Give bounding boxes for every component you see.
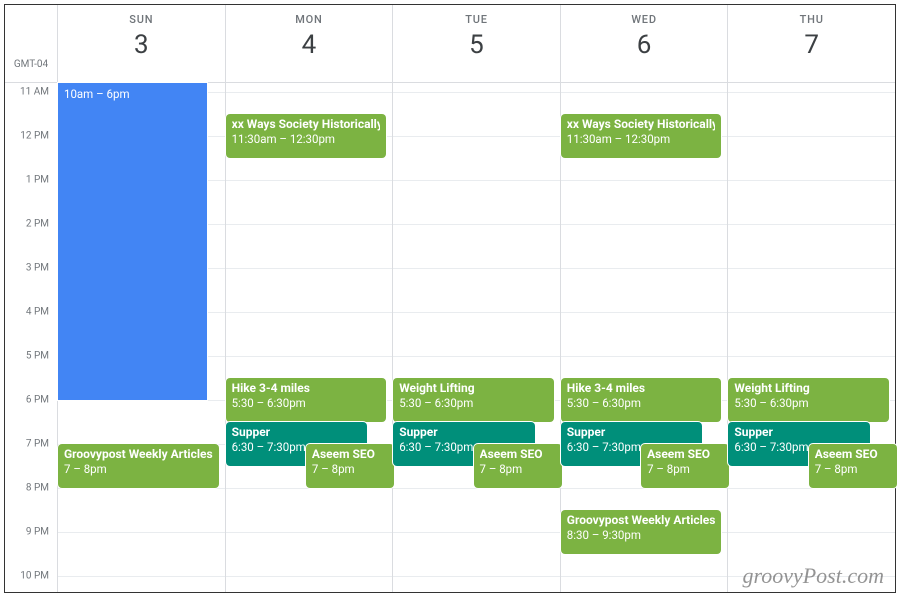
event-time: 5:30 – 6:30pm [232,396,381,410]
calendar-event[interactable]: Weight Lifting5:30 – 6:30pm [728,378,889,422]
day-number[interactable]: 6 [637,30,652,60]
hour-label: 2 PM [26,218,49,229]
day-of-week-label: THU [800,13,824,26]
calendar-week-view: GMT-04 SUN 3 MON 4 TUE 5 WED 6 THU 7 11 AM 12 PM 1 … [5,5,895,592]
calendar-event[interactable]: Hike 3-4 miles5:30 – 6:30pm [226,378,387,422]
event-title: Aseem SEO [815,447,891,462]
hour-label: 4 PM [26,306,49,317]
event-title: Supper [232,425,361,440]
calendar-event[interactable]: Aseem SEO7 – 8pm [306,444,394,488]
day-number[interactable]: 7 [804,30,819,60]
event-title: Aseem SEO [312,447,388,462]
day-column-border [392,83,393,592]
day-of-week-label: MON [295,13,322,26]
event-time: 10am – 6pm [64,87,201,101]
hour-label: 7 PM [26,438,49,449]
event-time: 8:30 – 9:30pm [567,528,716,542]
event-title: Hike 3-4 miles [567,381,716,396]
event-title: Hike 3-4 miles [232,381,381,396]
event-time: 7 – 8pm [647,462,723,476]
event-time: 7 – 8pm [815,462,891,476]
day-of-week-label: TUE [465,13,488,26]
calendar-event[interactable]: Groovypost Weekly Articles7 – 8pm [58,444,219,488]
hour-label: 3 PM [26,262,49,273]
day-number[interactable]: 4 [302,30,317,60]
event-time: 11:30am – 12:30pm [567,132,716,146]
event-title: xx Ways Society Historically [567,117,716,132]
day-header[interactable]: TUE 5 [392,5,560,82]
event-time: 7 – 8pm [480,462,556,476]
day-of-week-label: WED [631,13,656,26]
calendar-event[interactable]: Groovypost Weekly Articles8:30 – 9:30pm [561,510,722,554]
timezone-label: GMT-04 [5,5,57,82]
hour-label: 6 PM [26,394,49,405]
day-number[interactable]: 5 [469,30,484,60]
event-title: Groovypost Weekly Articles [64,447,213,462]
event-time: 7 – 8pm [312,462,388,476]
calendar-event[interactable]: Hike 3-4 miles5:30 – 6:30pm [561,378,722,422]
hour-line [57,532,895,533]
calendar-grid[interactable]: 10am – 6pmGroovypost Weekly Articles7 – … [57,83,895,592]
day-number[interactable]: 3 [134,30,149,60]
event-title: Groovypost Weekly Articles [567,513,716,528]
time-gutter: 11 AM 12 PM 1 PM 2 PM 3 PM 4 PM 5 PM 6 PM 7 PM 8 … [5,83,57,592]
day-column-border [727,83,728,592]
hour-label: 12 PM [20,130,49,141]
hour-label: 5 PM [26,350,49,361]
calendar-event[interactable]: Aseem SEO7 – 8pm [809,444,897,488]
calendar-body[interactable]: 11 AM 12 PM 1 PM 2 PM 3 PM 4 PM 5 PM 6 PM 7 PM 8 … [5,83,895,592]
hour-label: 11 AM [20,86,49,97]
hour-line [57,488,895,489]
calendar-event[interactable]: Aseem SEO7 – 8pm [474,444,562,488]
event-title: Aseem SEO [480,447,556,462]
event-time: 5:30 – 6:30pm [734,396,883,410]
calendar-event[interactable]: xx Ways Society Historically11:30am – 12… [561,114,722,158]
event-time: 5:30 – 6:30pm [567,396,716,410]
hour-label: 10 PM [20,570,49,581]
event-title: Supper [567,425,696,440]
day-of-week-label: SUN [129,13,153,26]
hour-label: 1 PM [26,174,49,185]
calendar-header: GMT-04 SUN 3 MON 4 TUE 5 WED 6 THU 7 [5,5,895,83]
day-header[interactable]: SUN 3 [57,5,225,82]
hour-label: 8 PM [26,482,49,493]
hour-label: 9 PM [26,526,49,537]
event-title: Supper [734,425,863,440]
event-title: xx Ways Society Historically [232,117,381,132]
event-time: 11:30am – 12:30pm [232,132,381,146]
hour-line [57,576,895,577]
event-title: Supper [399,425,528,440]
calendar-event[interactable]: Aseem SEO7 – 8pm [641,444,729,488]
day-column-border [225,83,226,592]
event-time: 5:30 – 6:30pm [399,396,548,410]
day-header[interactable]: THU 7 [727,5,895,82]
calendar-event[interactable]: 10am – 6pm [58,83,207,400]
event-title: Weight Lifting [399,381,548,396]
day-header[interactable]: WED 6 [560,5,728,82]
event-title: Aseem SEO [647,447,723,462]
calendar-event[interactable]: Weight Lifting5:30 – 6:30pm [393,378,554,422]
event-title: Weight Lifting [734,381,883,396]
day-header[interactable]: MON 4 [225,5,393,82]
calendar-event[interactable]: xx Ways Society Historically11:30am – 12… [226,114,387,158]
event-time: 7 – 8pm [64,462,213,476]
